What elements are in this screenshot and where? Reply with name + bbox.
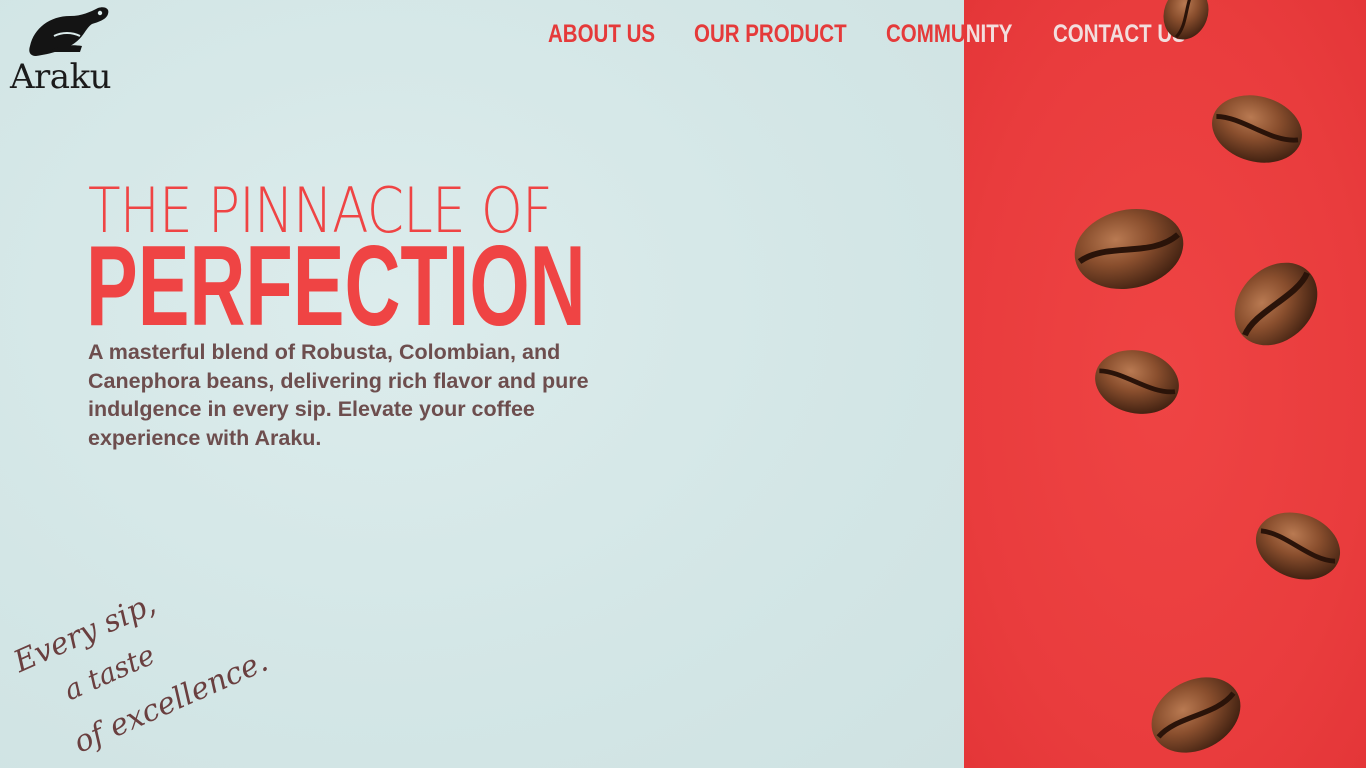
coffee-bean-icon [1212, 95, 1302, 163]
brand-name: Araku [10, 57, 112, 97]
nav-our-product[interactable]: OUR PRODUCT [694, 18, 847, 50]
nav-about-us[interactable]: ABOUT US [548, 18, 655, 50]
coffee-bean-icon [1151, 677, 1241, 753]
coffee-bean-icon [1095, 350, 1179, 414]
coffee-bean-icon [1234, 262, 1318, 346]
coffee-bean-icon [1074, 208, 1184, 290]
nav-community[interactable]: COMMUNITY [886, 18, 1012, 50]
brand-logo[interactable]: Araku [10, 6, 130, 96]
coffee-bean-icon [1255, 512, 1341, 580]
coffee-bean-icon [1163, 0, 1209, 40]
hero-description: A masterful blend of Robusta, Colombian,… [88, 340, 589, 451]
nav-community-label-part-a: COMMU [886, 20, 966, 48]
nav-community-label-part-b: NITY [965, 20, 1013, 48]
landing-page: Araku ABOUT US OUR PRODUCT COMMUNITY CON… [0, 0, 1366, 768]
bird-mark-icon [29, 7, 109, 56]
hero-headline-line2: PERFECTION [86, 223, 586, 350]
